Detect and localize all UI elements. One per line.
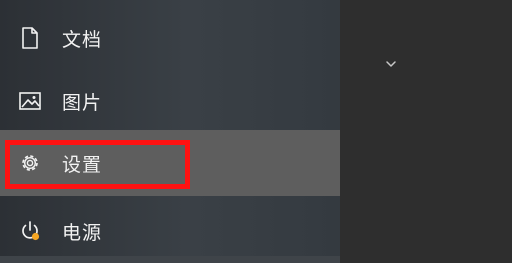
- menu-item-settings-label: 设置: [62, 153, 103, 176]
- power-icon: [18, 219, 42, 243]
- power-badge: [31, 232, 40, 241]
- bottom-strip: [0, 256, 340, 263]
- start-menu-screen: 文档 图片 设置 电源: [0, 0, 512, 263]
- start-menu-side-panel: 文档 图片 设置 电源: [0, 0, 340, 263]
- menu-item-documents-label: 文档: [62, 28, 103, 51]
- menu-item-pictures[interactable]: 图片: [0, 68, 340, 134]
- menu-item-documents[interactable]: 文档: [0, 5, 340, 71]
- tiles-area: [340, 0, 512, 263]
- chevron-down-icon[interactable]: [384, 56, 398, 70]
- menu-item-settings[interactable]: 设置: [0, 130, 340, 196]
- gear-icon: [18, 151, 42, 175]
- menu-item-power-label: 电源: [62, 221, 103, 244]
- image-icon: [18, 89, 42, 113]
- menu-item-power[interactable]: 电源: [0, 198, 340, 263]
- menu-item-pictures-label: 图片: [62, 91, 103, 114]
- document-icon: [18, 26, 42, 50]
